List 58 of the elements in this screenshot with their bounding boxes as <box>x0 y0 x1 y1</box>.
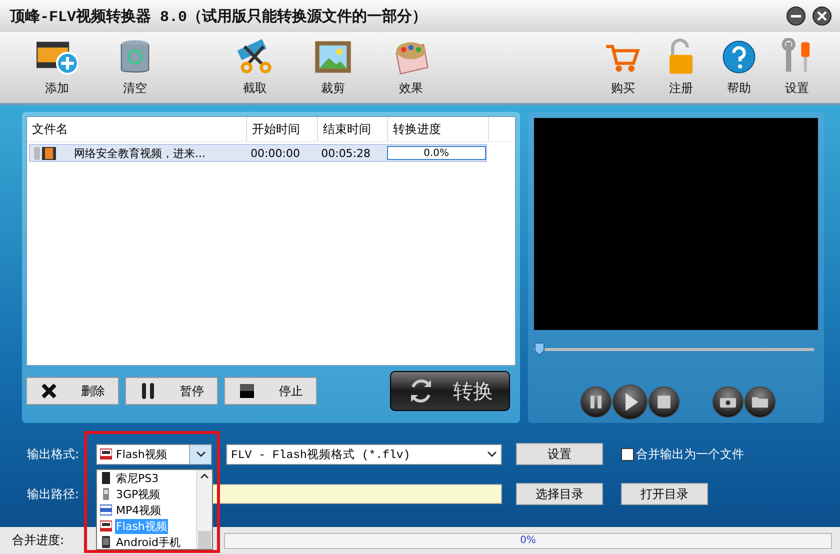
open-folder-button[interactable] <box>744 386 776 418</box>
stop-button[interactable] <box>648 386 680 418</box>
profile-dropdown[interactable]: FLV - Flash视频格式 (*.flv) <box>226 444 502 464</box>
list-button[interactable]: 暂停 <box>125 377 218 405</box>
browse-button[interactable]: 选择目录 <box>516 483 603 505</box>
phone-icon <box>100 488 112 500</box>
chevron-down-icon <box>196 450 206 458</box>
toolbar-button[interactable]: 清空 <box>106 38 164 97</box>
window-title: 顶峰-FLV视频转换器 8.0（试用版只能转换源文件的一部分） <box>10 7 428 26</box>
format-option[interactable]: 索尼PS3 <box>97 470 196 486</box>
scrollbar-thumb[interactable] <box>198 531 211 549</box>
toolbar-button[interactable]: 购买 <box>594 38 652 97</box>
column-header[interactable]: 文件名 <box>27 117 247 141</box>
play-button[interactable] <box>612 384 648 420</box>
column-header[interactable]: 结束时间 <box>318 117 388 141</box>
start-time: 00:00:00 <box>250 146 301 160</box>
path-label: 输出路径: <box>27 486 80 502</box>
progress-bar: 0.0% <box>386 146 486 160</box>
format-option[interactable]: 3GP视频 <box>97 486 196 502</box>
toolbar-button[interactable]: 注册 <box>652 38 710 97</box>
toolbar-button[interactable]: 帮助 <box>710 38 768 97</box>
scrollbar[interactable] <box>196 470 212 549</box>
toolbar-button[interactable]: 效果 <box>382 38 440 97</box>
file-name: 网络安全教育视频，进来... <box>74 146 206 160</box>
toolbar-button[interactable]: 截取 <box>226 38 284 97</box>
format-dropdown[interactable]: Flash视频 <box>96 444 212 464</box>
merge-progress-bar: 0% <box>224 532 832 548</box>
convert-button[interactable]: 转换 <box>390 371 510 411</box>
format-label: 输出格式: <box>27 446 80 462</box>
chevron-up-icon[interactable] <box>200 473 209 479</box>
video-file-icon <box>100 448 112 460</box>
pause-icon <box>140 383 156 399</box>
merge-checkbox[interactable]: 合并输出为一个文件 <box>621 446 744 462</box>
list-button[interactable]: 删除 <box>26 377 119 405</box>
merge-progress-label: 合并进度: <box>12 532 66 549</box>
video-file-icon <box>100 520 112 532</box>
file-row[interactable]: 网络安全教育视频，进来... 00:00:00 00:05:28 0.0% <box>29 144 487 162</box>
stop-icon <box>239 383 255 399</box>
close-icon[interactable] <box>812 6 832 26</box>
column-header[interactable]: 转换进度 <box>388 117 489 141</box>
pause-button[interactable] <box>580 386 612 418</box>
column-header[interactable]: 开始时间 <box>247 117 318 141</box>
toolbar-button[interactable]: 添加 <box>28 38 86 97</box>
minimize-icon[interactable] <box>786 6 806 26</box>
video-file-icon <box>100 504 112 516</box>
format-option[interactable]: MP4视频 <box>97 502 196 518</box>
toolbar-button[interactable]: 设置 <box>768 38 826 97</box>
list-button[interactable]: 停止 <box>224 377 317 405</box>
console-icon <box>100 472 112 484</box>
close-icon <box>41 383 57 399</box>
slider-thumb[interactable] <box>534 342 545 356</box>
snapshot-button[interactable] <box>712 386 744 418</box>
end-time: 00:05:28 <box>320 146 372 160</box>
chevron-down-icon <box>487 450 497 458</box>
settings-button[interactable]: 设置 <box>516 443 603 465</box>
format-option[interactable]: Android手机 <box>97 534 196 550</box>
open-folder-button[interactable]: 打开目录 <box>621 483 708 505</box>
toolbar-button[interactable]: 裁剪 <box>304 38 362 97</box>
